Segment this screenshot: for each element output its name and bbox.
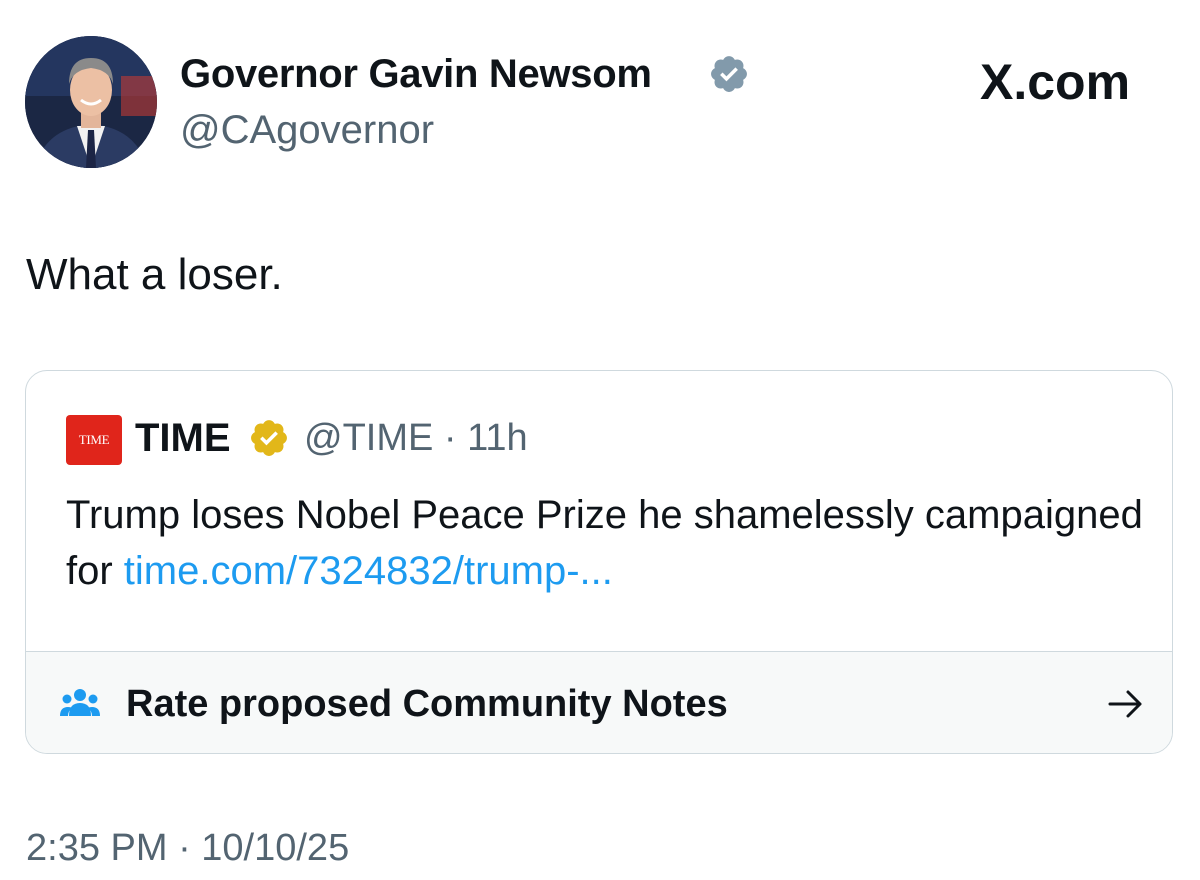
gray-verified-badge-icon (711, 56, 747, 92)
arrow-right-icon[interactable] (1106, 686, 1146, 722)
tweet-timestamp[interactable]: 2:35 PM · 10/10/25 (26, 826, 349, 870)
quoted-link[interactable]: time.com/7324832/trump-... (124, 549, 613, 593)
community-notes-label[interactable]: Rate proposed Community Notes (126, 682, 728, 726)
profile-photo-icon (25, 36, 157, 168)
quoted-tweet-card[interactable]: TIME TIME @TIME · 11h Trump loses Nobel … (25, 370, 1173, 754)
quoted-tweet-text: Trump loses Nobel Peace Prize he shamele… (66, 487, 1146, 599)
quoted-handle-time[interactable]: @TIME · 11h (304, 416, 528, 460)
tweet-text: What a loser. (26, 250, 283, 299)
author-handle[interactable]: @CAgovernor (180, 108, 434, 152)
quoted-author-name[interactable]: TIME (135, 416, 231, 460)
gold-verified-badge-icon (251, 420, 287, 456)
community-notes-bar[interactable]: Rate proposed Community Notes (26, 651, 1172, 753)
author-avatar[interactable] (25, 36, 157, 168)
people-icon (60, 689, 100, 716)
site-label: X.com (980, 54, 1131, 110)
time-logo[interactable]: TIME (66, 415, 122, 465)
author-name[interactable]: Governor Gavin Newsom (180, 52, 652, 96)
